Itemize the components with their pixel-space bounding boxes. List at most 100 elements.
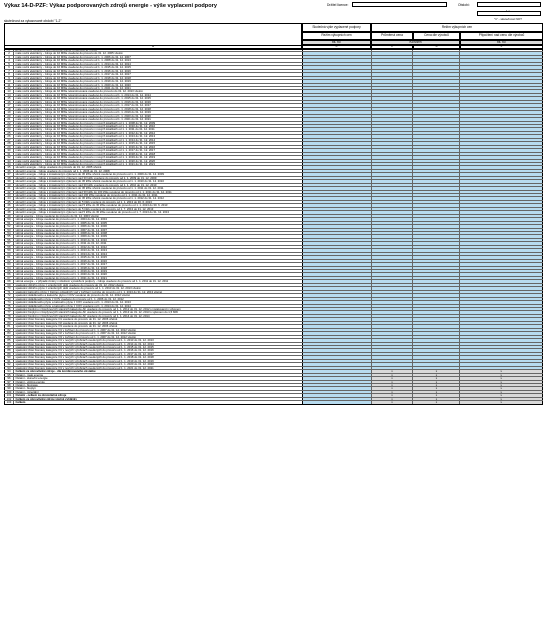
value-cell[interactable] [413,207,461,211]
value-cell[interactable] [302,173,372,176]
value-cell[interactable] [460,218,543,221]
value-cell[interactable] [413,90,461,93]
license-field[interactable] [352,2,447,7]
period-field[interactable] [477,2,541,7]
value-cell[interactable] [302,249,372,252]
value-cell[interactable] [413,66,461,69]
value-cell[interactable] [371,345,414,349]
value-cell[interactable] [413,256,461,259]
value-cell[interactable] [413,97,461,100]
value-cell[interactable] [413,270,461,273]
value-cell[interactable] [302,145,372,149]
value-cell[interactable] [413,166,461,169]
value-cell[interactable] [460,197,543,200]
value-cell[interactable] [302,214,372,218]
value-cell[interactable] [371,90,414,93]
value-cell[interactable] [460,238,543,242]
value-cell[interactable] [371,55,414,59]
value-cell[interactable] [413,363,461,366]
value-cell[interactable] [460,93,543,97]
value-cell[interactable] [302,397,372,401]
value-cell[interactable] [413,332,461,335]
value-cell[interactable] [302,80,372,83]
value-cell[interactable] [460,194,543,197]
value-cell[interactable] [302,307,372,311]
value-cell[interactable] [460,221,543,225]
value-cell[interactable] [413,124,461,128]
value-cell[interactable] [413,263,461,266]
value-cell[interactable] [302,211,372,214]
value-cell[interactable] [371,256,414,259]
value-cell[interactable] [302,93,372,97]
value-cell[interactable] [371,294,414,297]
value-cell[interactable] [302,321,372,325]
value-cell[interactable] [413,225,461,228]
value-cell[interactable] [302,162,372,166]
value-cell[interactable] [302,335,372,339]
value-cell[interactable] [460,173,543,176]
value-cell[interactable] [371,225,414,228]
value-cell[interactable] [460,183,543,187]
value-cell[interactable] [371,138,414,142]
value-cell[interactable] [371,335,414,339]
value-cell[interactable] [460,66,543,69]
value-cell[interactable] [460,307,543,311]
value-cell[interactable] [371,339,414,342]
value-cell[interactable] [413,135,461,138]
value-cell[interactable] [460,100,543,104]
value-cell[interactable] [460,152,543,156]
value-cell[interactable] [460,76,543,80]
value-cell[interactable] [371,307,414,311]
value-cell[interactable] [302,104,372,107]
value-cell[interactable] [302,252,372,256]
value-cell[interactable] [413,169,461,173]
value-cell[interactable] [302,276,372,280]
value-cell[interactable] [460,124,543,128]
value-cell[interactable] [413,232,461,235]
value-cell[interactable] [302,263,372,266]
value-cell[interactable] [302,207,372,211]
value-cell[interactable] [460,325,543,328]
value-cell[interactable] [371,173,414,176]
value-cell[interactable] [460,318,543,321]
value-cell[interactable] [413,294,461,297]
value-cell[interactable] [371,114,414,118]
value-cell[interactable] [371,145,414,149]
value-cell[interactable] [371,200,414,204]
value-cell[interactable] [371,118,414,121]
value-cell[interactable] [371,131,414,135]
value-cell[interactable] [413,145,461,149]
value-cell[interactable] [460,249,543,252]
value-cell[interactable] [302,138,372,142]
value-cell[interactable] [302,166,372,169]
value-cell[interactable] [460,345,543,349]
value-cell[interactable] [413,245,461,249]
value-cell[interactable] [371,128,414,131]
value-cell[interactable] [371,328,414,332]
value-cell[interactable] [302,149,372,152]
value-cell[interactable] [460,80,543,83]
value-cell[interactable] [302,311,372,314]
value-cell[interactable] [413,55,461,59]
value-cell[interactable] [302,342,372,345]
value-cell[interactable] [371,93,414,97]
value-cell[interactable] [371,235,414,238]
value-cell[interactable] [413,107,461,111]
value-cell[interactable] [460,97,543,100]
value-cell[interactable] [460,204,543,207]
value-cell[interactable] [413,149,461,152]
value-cell[interactable] [302,218,372,221]
value-cell[interactable] [413,314,461,318]
value-cell[interactable] [371,180,414,183]
value-cell[interactable] [413,342,461,345]
value-cell[interactable] [413,93,461,97]
value-cell[interactable] [371,270,414,273]
value-cell[interactable] [460,145,543,149]
value-cell[interactable] [460,86,543,90]
value-cell[interactable] [302,401,372,404]
value-cell[interactable] [302,242,372,245]
value-cell[interactable] [371,159,414,162]
value-cell[interactable] [371,318,414,321]
value-cell[interactable] [371,356,414,359]
value-cell[interactable] [413,111,461,114]
